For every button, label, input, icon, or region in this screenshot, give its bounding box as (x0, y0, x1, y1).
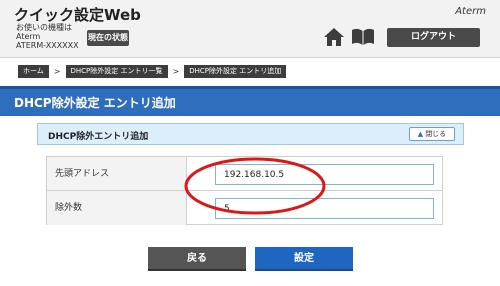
exclude-count-label: 除外数 (47, 191, 187, 225)
device-id: ATERM-XXXXXX (16, 41, 79, 50)
logout-button[interactable]: ログアウト (387, 28, 480, 47)
section-header: DHCP除外エントリ追加 ▲ 閉じる (37, 123, 464, 145)
current-status-button[interactable]: 現在の状態 (87, 30, 129, 46)
device-model: Aterm (16, 32, 41, 41)
back-button[interactable]: 戻る (148, 247, 246, 271)
brand-logo: Aterm (455, 6, 486, 17)
breadcrumb-current: DHCP除外設定 エントリ追加 (184, 64, 287, 78)
start-address-label: 先頭アドレス (47, 157, 187, 190)
device-label: お使いの機種は (16, 23, 72, 32)
breadcrumb: ホーム > DHCP除外設定 エントリ一覧 > DHCP除外設定 エントリ追加 (18, 64, 287, 78)
start-address-input[interactable] (215, 164, 434, 185)
home-icon[interactable] (323, 27, 345, 47)
form-row-start-address: 先頭アドレス (47, 157, 442, 191)
collapse-button[interactable]: ▲ 閉じる (409, 127, 455, 141)
chevron-up-icon: ▲ (417, 130, 424, 138)
breadcrumb-separator: > (53, 66, 61, 76)
breadcrumb-dhcp-list[interactable]: DHCP除外設定 エントリ一覧 (65, 64, 168, 78)
device-info: お使いの機種は Aterm ATERM-XXXXXX (16, 23, 79, 50)
breadcrumb-home[interactable]: ホーム (18, 64, 49, 78)
book-icon[interactable] (351, 28, 375, 46)
exclude-count-input[interactable] (215, 198, 434, 219)
page-heading-bar: DHCP除外設定 エントリ追加 (0, 86, 500, 116)
breadcrumb-separator: > (172, 66, 180, 76)
form-row-exclude-count: 除外数 (47, 191, 442, 225)
collapse-label: 閉じる (425, 130, 447, 138)
header: クイック設定Web お使いの機種は Aterm ATERM-XXXXXX 現在の… (0, 0, 500, 58)
app-title: クイック設定Web (14, 6, 141, 24)
save-button[interactable]: 設定 (255, 247, 353, 271)
form-table: 先頭アドレス 除外数 (46, 156, 443, 225)
section-title: DHCP除外エントリ追加 (48, 132, 149, 142)
page-title: DHCP除外設定 エントリ追加 (14, 96, 176, 110)
